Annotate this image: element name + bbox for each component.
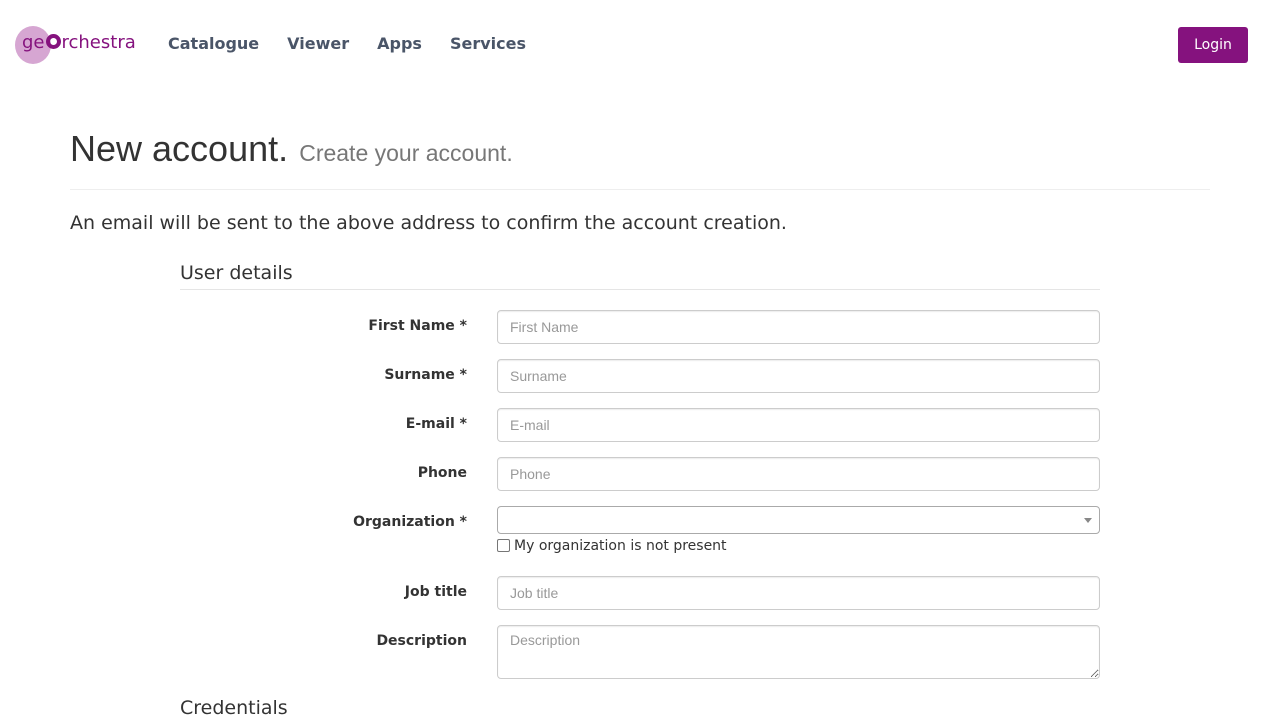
phone-input[interactable] [497,457,1100,491]
org-not-present-label[interactable]: My organization is not present [514,538,727,554]
description-textarea[interactable] [497,625,1100,679]
login-button[interactable]: Login [1178,27,1248,63]
org-not-present-row: My organization is not present [497,538,727,554]
logo-ring-icon [45,34,61,49]
surname-label: Surname * [384,367,467,383]
nav-services[interactable]: Services [436,33,540,55]
main-nav: Catalogue Viewer Apps Services [154,33,540,55]
first-name-label: First Name * [368,318,467,334]
job-title-input[interactable] [497,576,1100,610]
top-navbar: ge rchestra Catalogue Viewer Apps Service… [0,0,1280,88]
description-label: Description [376,633,467,649]
email-label: E-mail * [405,416,467,432]
surname-input[interactable] [497,359,1100,393]
georchestra-logo[interactable]: ge rchestra [15,26,145,64]
organization-select[interactable] [497,506,1100,534]
phone-label: Phone [417,465,467,481]
email-input[interactable] [497,408,1100,442]
header-divider [70,189,1210,190]
dropdown-arrow-icon [1084,518,1092,523]
legend-divider [180,289,1100,290]
nav-viewer[interactable]: Viewer [273,33,363,55]
page-title: New account. [70,128,289,169]
user-details-legend: User details [180,262,293,284]
org-not-present-checkbox[interactable] [497,538,510,552]
nav-apps[interactable]: Apps [363,33,436,55]
nav-catalogue[interactable]: Catalogue [154,33,273,55]
logo-text-suffix: rchestra [61,32,136,53]
organization-label: Organization * [353,514,467,530]
page-subtitle: Create your account. [299,140,513,166]
logo-text: ge rchestra [22,33,136,53]
logo-text-prefix: ge [22,32,45,53]
credentials-legend: Credentials [180,697,288,719]
page-header: New account. Create your account. [70,128,513,170]
job-title-label: Job title [404,584,467,600]
first-name-input[interactable] [497,310,1100,344]
intro-text: An email will be sent to the above addre… [70,212,787,234]
